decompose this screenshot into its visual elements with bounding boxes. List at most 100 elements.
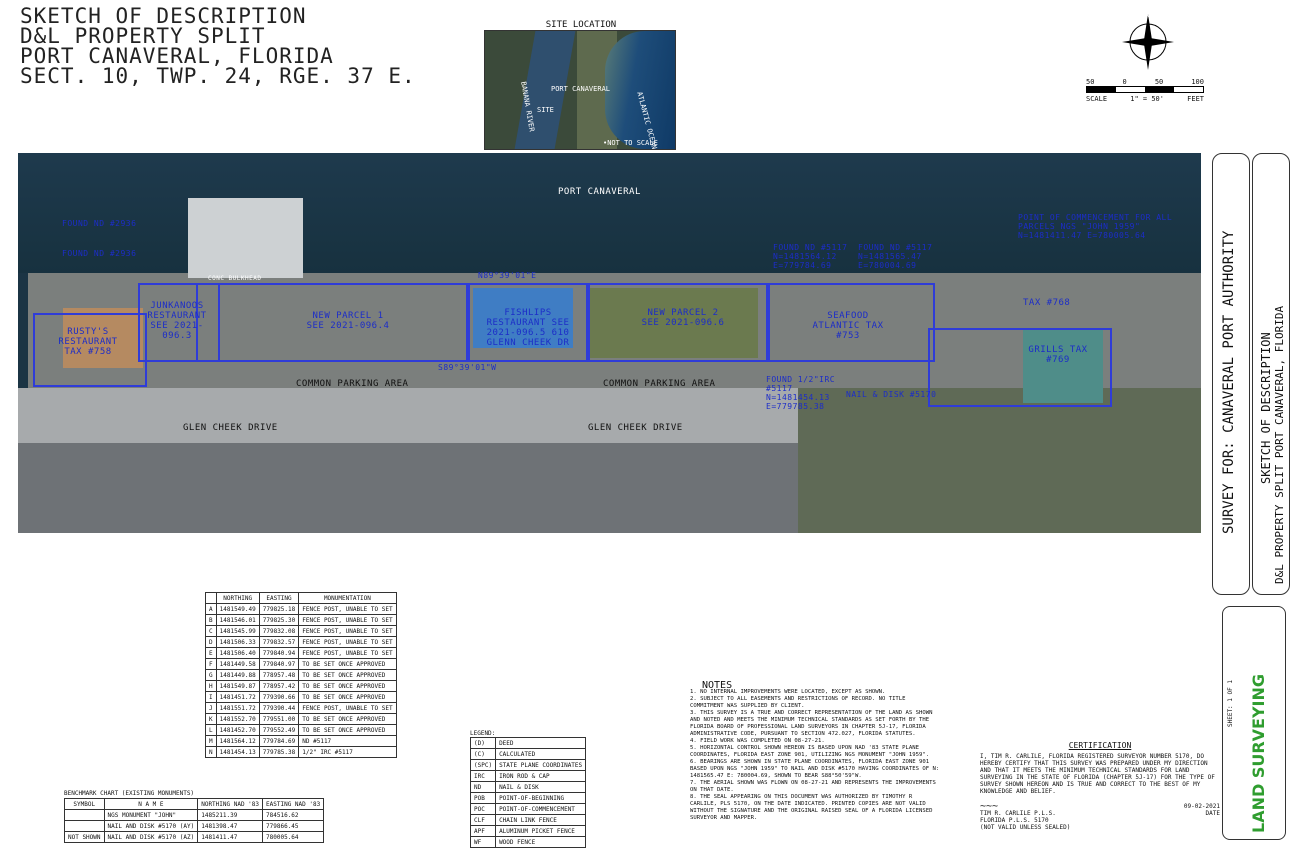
table-cell: N: [205, 746, 217, 758]
table-cell: DEED: [495, 737, 587, 749]
table-header: MONUMENTATION: [298, 592, 397, 604]
table-cell: A: [205, 603, 217, 615]
table-cell: IRON ROD & CAP: [495, 770, 587, 782]
scale-unit: FEET: [1187, 95, 1204, 103]
table-header: EASTING NAD '83: [262, 798, 325, 810]
new-parcel-1-label: NEW PARCEL 1 SEE 2021-096.4: [306, 311, 390, 331]
table-cell: 1481452.70: [215, 724, 260, 736]
notes: NOTES 1. NO INTERNAL IMPROVEMENTS WERE L…: [690, 681, 940, 822]
table-cell: FENCE POST, UNABLE TO SET: [298, 636, 397, 648]
table-cell: ALUMINUM PICKET FENCE: [495, 825, 587, 837]
table-cell: 779832.08: [258, 625, 300, 637]
table-cell: 1481411.47: [197, 831, 264, 843]
fishlips-label: FISHLIPS RESTAURANT SEE 2021-096.5 610 G…: [486, 308, 570, 348]
table-cell: F: [205, 658, 217, 670]
table-cell: 779825.30: [258, 614, 300, 626]
table-cell: 1481564.12: [215, 735, 260, 747]
sketch-title: SKETCH OF DESCRIPTION: [1259, 332, 1273, 484]
table-cell: E: [205, 647, 217, 659]
signature-icon: ~~~: [980, 801, 999, 812]
conc-bulkhead-label: CONC BULKHEAD: [208, 275, 262, 282]
junkanoos-label: JUNKANOOS RESTAURANT SEE 2021-096.3: [147, 301, 207, 341]
table-cell: WF: [469, 836, 497, 848]
company-logo: LAND SURVEYING: [1249, 673, 1268, 833]
table-cell: 1481398.47: [197, 820, 264, 832]
table-cell: 1481546.01: [215, 614, 260, 626]
table-cell: 784516.62: [262, 809, 325, 821]
scale-ratio: 1" = 50': [1130, 95, 1164, 103]
table-cell: NGS MONUMENT "JOHN": [103, 809, 199, 821]
table-cell: [64, 809, 105, 821]
legend-row: (C) CALCULATED: [469, 748, 587, 760]
table-cell: FENCE POST, UNABLE TO SET: [298, 603, 397, 615]
table-row: M 1481564.12 779784.69 ND #5117: [205, 735, 397, 747]
coordinate-table: NORTHING EASTING MONUMENTATION A 1481549.…: [205, 592, 397, 758]
legend-title: LEGEND:: [470, 730, 496, 737]
legend-row: (SPC) STATE PLANE COORDINATES: [469, 759, 587, 771]
glen-cheek-drive-label: GLEN CHEEK DRIVE: [183, 423, 278, 433]
title-sidebar: SURVEY FOR: CANAVERAL PORT AUTHORITY SKE…: [1212, 153, 1290, 599]
table-cell: CLF: [469, 814, 497, 826]
title-line-3: PORT CANAVERAL, FLORIDA: [20, 44, 334, 68]
table-row: I 1481451.72 779390.66 TO BE SET ONCE APPRO…: [205, 691, 397, 703]
legend-table: (D) DEED (C) CALCULATED (SPC) STATE PLANE COO…: [469, 737, 587, 848]
legend-row: POB POINT-OF-BEGINNING: [469, 792, 587, 804]
common-parking-label: COMMON PARKING AREA: [603, 379, 716, 389]
table-cell: IRC: [469, 770, 497, 782]
site-label: SITE: [537, 106, 554, 114]
table-header: [205, 592, 217, 604]
table-cell: 779840.97: [258, 658, 300, 670]
table-row: NGS MONUMENT "JOHN" 1485211.39 784516.62: [64, 809, 325, 821]
table-cell: J: [205, 702, 217, 714]
note-item: 7. THE AERIAL SHOWN WAS FLOWN ON 08-27-2…: [690, 780, 936, 793]
table-header: NORTHING NAD '83: [197, 798, 264, 810]
table-cell: NAIL AND DISK #5170 (AZ): [103, 831, 199, 843]
note-item: 5. HORIZONTAL CONTROL SHOWN HEREON IS BA…: [690, 745, 930, 758]
table-cell: 1481549.87: [215, 680, 260, 692]
table-cell: 1481506.40: [215, 647, 260, 659]
company-box: SHEET: 1 OF 1 LAND SURVEYING: [1222, 606, 1286, 840]
note-item: 6. BEARINGS ARE SHOWN IN STATE PLANE COO…: [690, 759, 940, 779]
title-line-4: SECT. 10, TWP. 24, RGE. 37 E.: [20, 64, 416, 88]
rustys-label: RUSTY'S RESTAURANT TAX #758: [58, 327, 118, 357]
sheet-label: SHEET: 1 OF 1: [1227, 680, 1234, 727]
table-cell: 1481454.13: [215, 746, 260, 758]
table-cell: CHAIN LINK FENCE: [495, 814, 587, 826]
sketch-subtitle: D&L PROPERTY SPLIT PORT CANAVERAL, FLORI…: [1273, 305, 1286, 584]
table-cell: TO BE SET ONCE APPROVED: [298, 724, 397, 736]
port-canaveral-label: PORT CANAVERAL: [558, 187, 641, 197]
legend-row: POC POINT-OF-COMMENCEMENT: [469, 803, 587, 815]
table-cell: 779840.94: [258, 647, 300, 659]
table-cell: H: [205, 680, 217, 692]
table-cell: TO BE SET ONCE APPROVED: [298, 691, 397, 703]
table-row: K 1481552.70 779551.00 TO BE SET ONCE APPRO…: [205, 713, 397, 725]
table-row: H 1481549.87 778957.42 TO BE SET ONCE APPRO…: [205, 680, 397, 692]
bearing-label: S89°39'01"W: [438, 363, 497, 372]
note-item: 3. THIS SURVEY IS A TRUE AND CORRECT REP…: [690, 710, 933, 737]
benchmark-table: SYMBOL N A M E NORTHING NAD '83 EASTING …: [64, 798, 325, 843]
table-cell: 1481551.72: [215, 702, 260, 714]
certification-date: 09-02-2021: [1183, 803, 1220, 810]
table-row: B 1481546.01 779825.30 FENCE POST, UNABLE T…: [205, 614, 397, 626]
table-cell: G: [205, 669, 217, 681]
table-row: A 1481549.49 779825.18 FENCE POST, UNABLE T…: [205, 603, 397, 615]
table-cell: TO BE SET ONCE APPROVED: [298, 658, 397, 670]
table-row: E 1481506.40 779840.94 FENCE POST, UNABLE T…: [205, 647, 397, 659]
table-cell: NOT SHOWN: [64, 831, 105, 843]
table-cell: FENCE POST, UNABLE TO SET: [298, 647, 397, 659]
table-header: EASTING: [258, 592, 300, 604]
table-cell: POC: [469, 803, 497, 815]
aerial-photo: PORT CANAVERAL COMMON PARKING AREA COMMO…: [18, 153, 1201, 533]
found-2936-label: FOUND ND #2936: [62, 249, 137, 258]
title-line-1: SKETCH OF DESCRIPTION: [20, 4, 307, 28]
note-item: 8. THE SEAL APPEARING ON THIS DOCUMENT W…: [690, 794, 933, 821]
lot-area-east: [798, 388, 1201, 533]
table-cell: NAIL AND DISK #5170 (AY): [103, 820, 199, 832]
seafood-atlantic-label: SEAFOOD ATLANTIC TAX #753: [812, 311, 884, 341]
site-location-map: BANANA RIVER PORT CANAVERAL SITE ATLANTI…: [484, 30, 676, 150]
legend-row: ND NAIL & DISK: [469, 781, 587, 793]
table-cell: 779390.44: [258, 702, 300, 714]
certification: CERTIFICATION I, TIM R. CARLILE, FLORIDA…: [980, 742, 1220, 832]
surveyor-name: TIM R. CARLILE P.L.S.: [980, 810, 1056, 817]
table-header: N A M E: [103, 798, 199, 810]
